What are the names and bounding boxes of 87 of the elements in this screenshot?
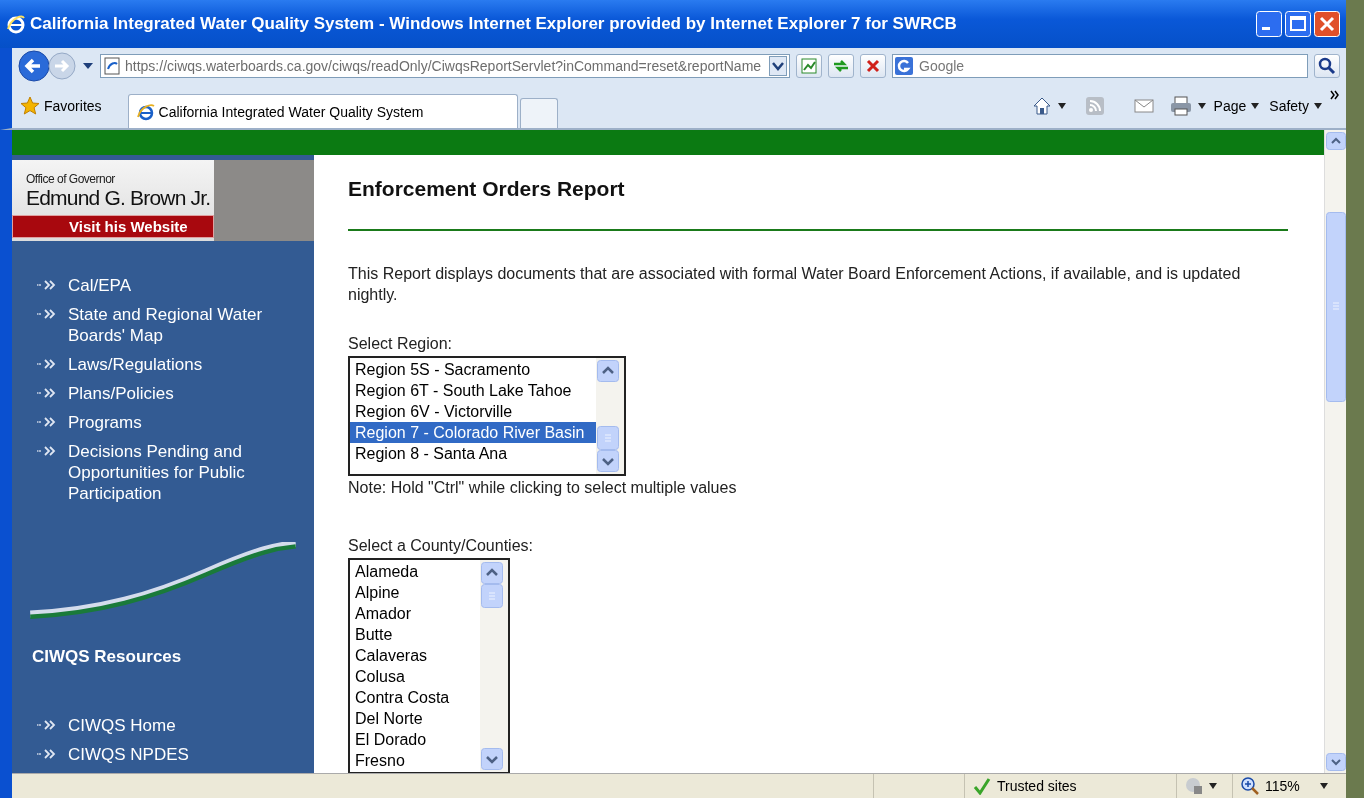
- field-label: Select Region:: [348, 335, 454, 353]
- list-option[interactable]: Contra Costa: [350, 687, 480, 708]
- caret-icon: [1319, 783, 1328, 789]
- banner-link[interactable]: Visit his Website: [12, 214, 214, 238]
- globe-lock-icon: [1185, 777, 1203, 795]
- scroll-down-button[interactable]: [481, 748, 503, 770]
- chevron-icon[interactable]: [1330, 90, 1340, 100]
- arrow-icon: [36, 749, 56, 759]
- back-button[interactable]: [18, 50, 50, 82]
- banner-title: Edmund G. Brown Jr.: [25, 186, 212, 210]
- nav-link[interactable]: State and Regional Water Boards' Map: [68, 303, 314, 346]
- list-option[interactable]: Colusa: [350, 666, 480, 687]
- minimize-button[interactable]: [1256, 11, 1282, 37]
- nav-link[interactable]: Cal/EPA: [68, 274, 131, 296]
- scroll-up-button[interactable]: [597, 360, 619, 382]
- nav-link[interactable]: CIWQS Home: [68, 715, 176, 736]
- arrow-icon: [36, 416, 56, 427]
- caret-icon[interactable]: [1057, 103, 1066, 109]
- protected-mode-button[interactable]: [1185, 777, 1217, 795]
- caret-icon[interactable]: [1197, 103, 1206, 109]
- nav-link[interactable]: CIWQS NPDES: [68, 744, 189, 765]
- list-option[interactable]: Amador: [350, 603, 480, 624]
- search-button[interactable]: [1314, 54, 1340, 78]
- scroll-thumb[interactable]: [1326, 212, 1346, 402]
- list-option[interactable]: Region 5S - Sacramento: [350, 359, 596, 380]
- list-option[interactable]: Region 6V - Victorville: [350, 401, 596, 422]
- arrow-icon: [36, 308, 56, 319]
- list-option[interactable]: El Dorado: [350, 729, 480, 750]
- list-option[interactable]: Region 6T - South Lake Tahoe: [350, 380, 596, 401]
- caret-icon: [1209, 783, 1217, 789]
- list-option[interactable]: Calaveras: [350, 645, 480, 666]
- mail-icon[interactable]: [1133, 98, 1154, 114]
- stop-button[interactable]: [860, 54, 886, 78]
- maximize-button[interactable]: [1285, 11, 1311, 37]
- list-option[interactable]: Fresno: [350, 750, 480, 771]
- arrow-icon: [36, 445, 56, 456]
- security-zone: Trusted sites: [997, 778, 1077, 794]
- list-option[interactable]: Alameda: [350, 561, 480, 582]
- home-icon[interactable]: [1031, 96, 1052, 116]
- list-option[interactable]: Butte: [350, 624, 480, 645]
- banner-subtitle: Office of Governor: [25, 172, 116, 186]
- nav-link[interactable]: Programs: [68, 411, 142, 433]
- stop-icon: [864, 57, 882, 75]
- list-option[interactable]: Del Norte: [350, 708, 480, 729]
- section-heading: CIWQS Resources: [32, 647, 183, 667]
- scroll-down-button[interactable]: [597, 450, 619, 472]
- list-option[interactable]: Region 7 - Colorado River Basin: [350, 422, 596, 443]
- caret-icon: [1251, 103, 1260, 109]
- star-icon: [20, 96, 40, 116]
- search-field[interactable]: Google: [892, 54, 1308, 78]
- scroll-thumb[interactable]: [481, 584, 503, 608]
- nav-link[interactable]: Decisions Pending and Opportunities for Public Participation: [68, 440, 314, 504]
- command-menu-button[interactable]: Safety: [1267, 96, 1324, 116]
- zoom-icon: [1241, 777, 1259, 795]
- favorites-button[interactable]: Favorites: [18, 94, 104, 118]
- scroll-up-button[interactable]: [1326, 132, 1346, 150]
- arrow-icon: [36, 720, 56, 730]
- arrow-icon: [36, 358, 56, 369]
- compatibility-button[interactable]: [796, 54, 822, 78]
- arrow-icon: [36, 279, 56, 290]
- search-provider-icon: [895, 57, 913, 75]
- close-button[interactable]: [1314, 11, 1340, 37]
- dropdown-caret-icon[interactable]: [82, 61, 94, 71]
- page-heading: Enforcement Orders Report: [348, 177, 626, 201]
- print-icon[interactable]: [1169, 96, 1192, 116]
- list-option[interactable]: Region 8 - Santa Ana: [350, 443, 596, 464]
- search-icon: [1318, 57, 1336, 75]
- checkmark-icon: [973, 777, 991, 795]
- scroll-down-button[interactable]: [1326, 753, 1346, 771]
- scroll-thumb[interactable]: [597, 426, 619, 450]
- address-field[interactable]: https://ciwqs.waterboards.ca.gov/ciwqs/readOnly/CiwqsReportServlet?inCommand=reset&reportName: [100, 54, 790, 78]
- browser-tab[interactable]: California Integrated Water Quality System: [127, 94, 518, 128]
- command-menu-button[interactable]: Page: [1211, 96, 1262, 116]
- caret-icon: [1314, 103, 1322, 109]
- arrow-icon: [36, 387, 56, 398]
- field-label: Select a County/Counties:: [348, 537, 534, 555]
- note-text: Note: Hold "Ctrl" while clicking to select multiple values: [348, 479, 738, 497]
- nav-link[interactable]: Laws/Regulations: [68, 353, 203, 375]
- browser-logo-icon: [6, 14, 26, 34]
- dropdown-button[interactable]: [769, 56, 787, 76]
- zoom-button[interactable]: 115%: [1241, 777, 1328, 795]
- scroll-up-button[interactable]: [481, 562, 503, 584]
- nav-link[interactable]: Plans/Policies: [68, 382, 174, 404]
- refresh-button[interactable]: [828, 54, 854, 78]
- list-option[interactable]: Alpine: [350, 582, 480, 603]
- window-title: California Integrated Water Quality System - Windows Internet Explorer provided by Internet Explorer 7 for SWRCB: [30, 14, 958, 34]
- description-text: This Report displays documents that are associated with formal Water Board Enforcement Actions, if available, and is updated nightly.: [348, 264, 1242, 305]
